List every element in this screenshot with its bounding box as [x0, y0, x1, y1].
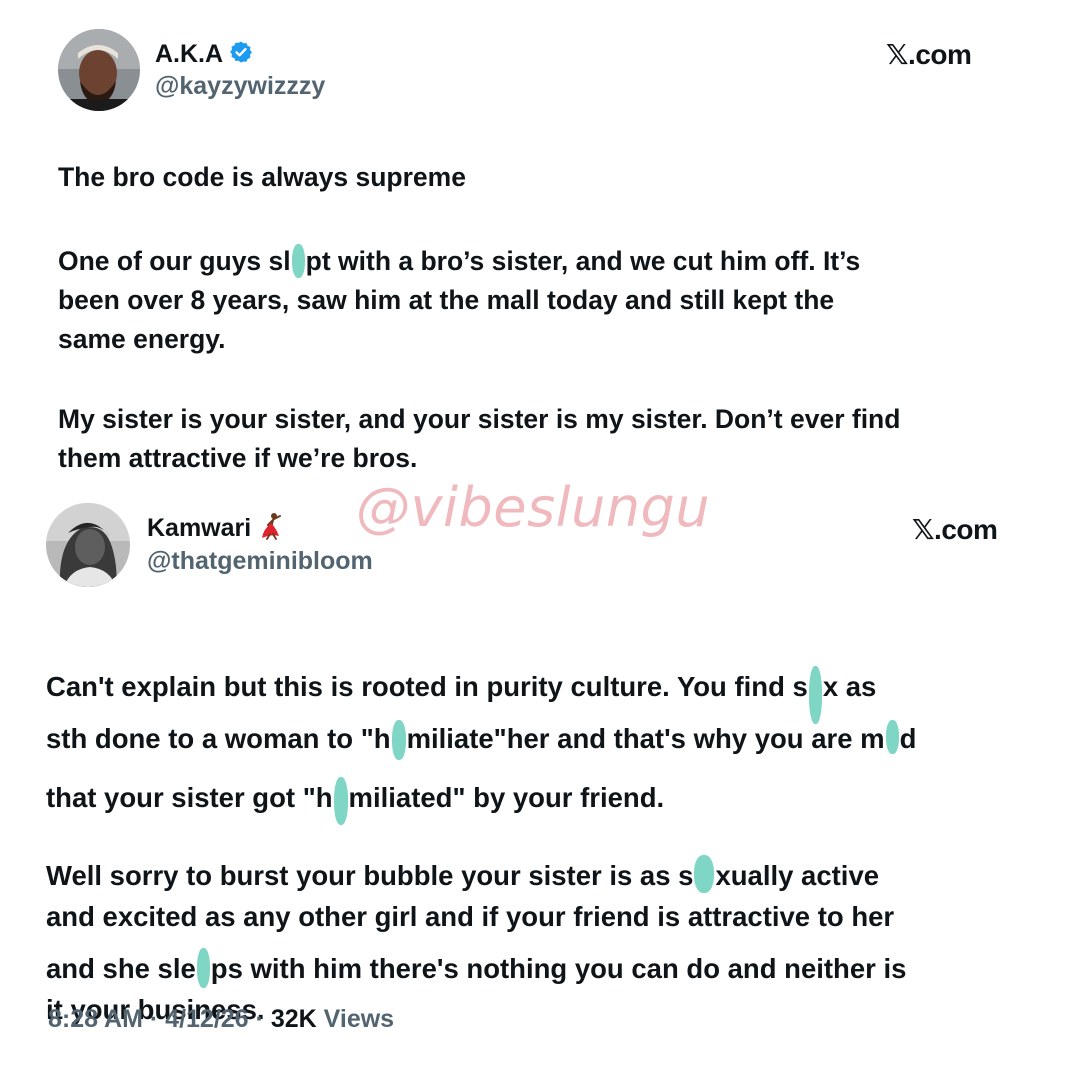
- verified-badge-icon: [229, 40, 253, 71]
- views-label: Views: [323, 1005, 395, 1033]
- author-name[interactable]: A.K.A: [155, 40, 253, 71]
- censor-mark: [694, 854, 715, 893]
- author-name[interactable]: Kamwari: [147, 512, 285, 547]
- text-line: been over 8 years, saw him at the mall t…: [58, 285, 835, 315]
- text-line: Well sorry to burst your bubble your sis…: [46, 847, 916, 897]
- censor-mark: [291, 244, 305, 278]
- tweet-date[interactable]: 4/12/26: [165, 1005, 248, 1033]
- censor-mark: [391, 719, 406, 760]
- text-line: and she sle ps with him there's nothing y…: [46, 938, 916, 990]
- text-line: sth done to a woman to "h miliate"her and…: [46, 708, 916, 760]
- tweet1-body: The bro code is always supreme One of ou…: [58, 158, 900, 478]
- text-line: One of our guys sl pt with a bro’s sister…: [58, 244, 861, 278]
- text-line: that your sister got "h miliated" by your…: [46, 759, 916, 825]
- censor-mark: [333, 777, 348, 825]
- text-line: same energy.: [58, 324, 226, 354]
- text-line: The bro code is always supreme: [58, 162, 466, 192]
- censor-mark: [196, 947, 210, 988]
- avatar-aka[interactable]: [58, 29, 140, 111]
- text-line: Can't explain but this is rooted in puri…: [46, 638, 916, 724]
- censor-mark: [885, 719, 899, 754]
- tweet2-body: Can't explain but this is rooted in puri…: [46, 638, 916, 1031]
- censor-mark: [808, 666, 822, 724]
- author-handle[interactable]: @thatgeminibloom: [147, 547, 373, 576]
- source-label[interactable]: 𝕏.com: [912, 513, 998, 546]
- meta-separator: ·: [149, 1005, 159, 1033]
- views-count[interactable]: 32K: [271, 1005, 317, 1033]
- watermark: @vibeslungu: [356, 476, 711, 539]
- text-line: and excited as any other girl and if you…: [46, 901, 895, 932]
- tweet-time[interactable]: 8:28 AM: [48, 1005, 143, 1033]
- text-line: them attractive if we’re bros.: [58, 443, 418, 473]
- x-logo-text: 𝕏.com: [912, 514, 998, 545]
- meta-separator: ·: [255, 1005, 264, 1033]
- display-name[interactable]: A.K.A: [155, 40, 223, 68]
- tweet-meta: 8:28 AM · 4/12/26 · 32K Views: [48, 1005, 394, 1034]
- display-name[interactable]: Kamwari: [147, 514, 251, 542]
- source-label[interactable]: 𝕏.com: [886, 38, 972, 71]
- avatar-kamwari[interactable]: [46, 503, 130, 587]
- text-line: My sister is your sister, and your siste…: [58, 404, 901, 434]
- author-handle[interactable]: @kayzywizzzy: [155, 72, 325, 101]
- x-logo-text: 𝕏.com: [886, 39, 972, 70]
- dancer-emoji: [259, 512, 285, 547]
